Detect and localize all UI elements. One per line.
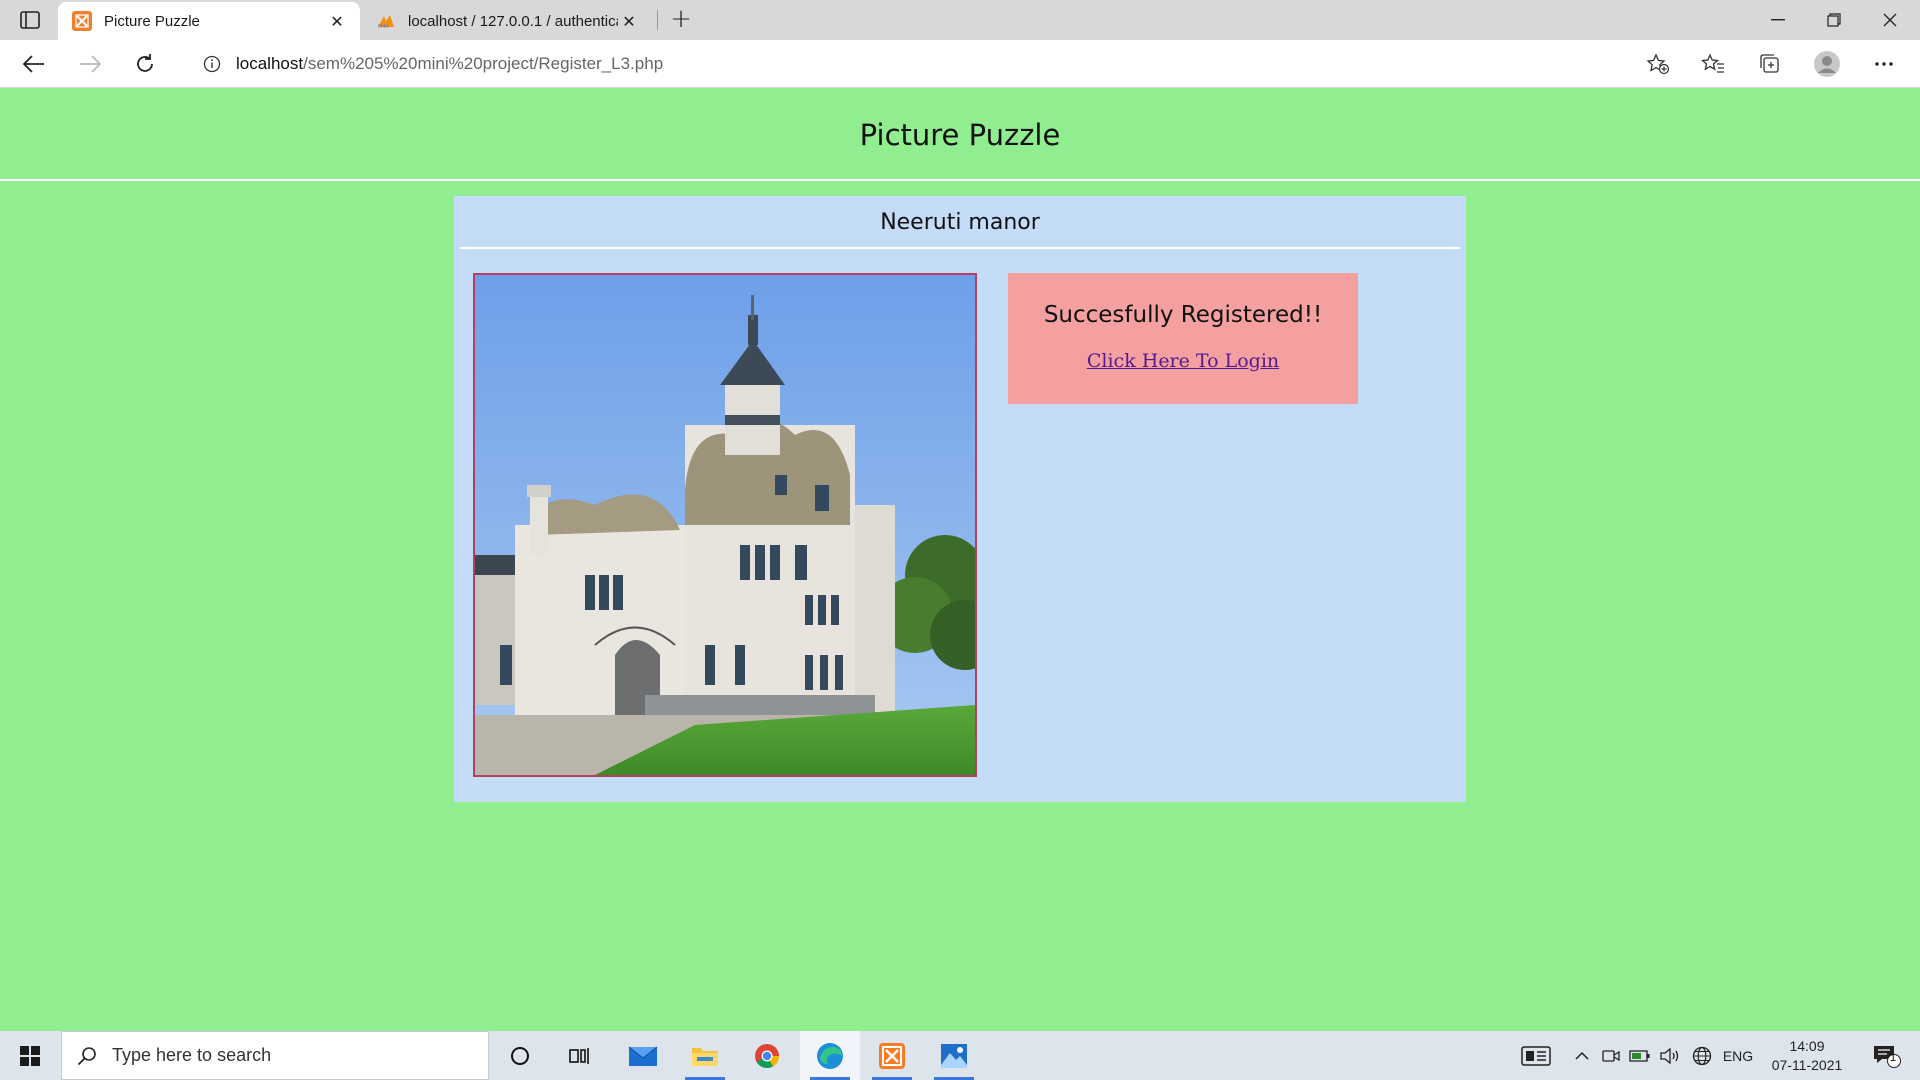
favorites-icon[interactable]: [1695, 48, 1731, 80]
system-clock[interactable]: 14:09 07-11-2021: [1762, 1037, 1852, 1075]
collections-icon[interactable]: [1752, 48, 1788, 80]
restore-icon[interactable]: [1806, 0, 1862, 40]
chevron-up-icon[interactable]: [1568, 1031, 1596, 1080]
search-icon: [62, 1046, 112, 1066]
page-header: Picture Puzzle: [0, 89, 1920, 181]
url-path: /sem%205%20mini%20project/Register_L3.ph…: [303, 54, 664, 73]
svg-text:PMA: PMA: [378, 24, 389, 29]
site-info-icon[interactable]: [192, 55, 232, 73]
clock-date: 07-11-2021: [1771, 1057, 1843, 1073]
add-favorite-icon[interactable]: [1642, 48, 1674, 80]
puzzle-card: Neeruti manor Succesfully Registered!! C…: [454, 196, 1466, 802]
tab-title: Picture Puzzle: [104, 12, 200, 30]
edge-icon[interactable]: [800, 1031, 860, 1080]
close-tab-icon[interactable]: ✕: [326, 12, 348, 31]
refresh-icon[interactable]: [127, 48, 163, 80]
file-explorer-icon[interactable]: [675, 1031, 735, 1080]
settings-more-icon[interactable]: [1866, 48, 1902, 80]
phpmyadmin-favicon-icon: PMA: [376, 11, 396, 31]
network-globe-icon[interactable]: [1688, 1031, 1716, 1080]
url-host: localhost: [236, 54, 304, 73]
cortana-icon[interactable]: [490, 1031, 550, 1080]
input-language[interactable]: ENG: [1718, 1031, 1758, 1080]
meet-now-icon[interactable]: [1598, 1031, 1624, 1080]
new-tab-icon[interactable]: +: [664, 4, 698, 36]
windows-taskbar: Type here to search ENG 14:09 07-11-2021…: [0, 1031, 1920, 1080]
address-bar[interactable]: localhost/sem%205%20mini%20project/Regis…: [180, 46, 1682, 82]
battery-icon[interactable]: [1626, 1031, 1654, 1080]
clock-time: 14:09: [1789, 1038, 1825, 1054]
card-divider: [460, 247, 1460, 249]
login-link[interactable]: Click Here To Login: [1087, 350, 1279, 372]
forward-arrow-icon[interactable]: [72, 48, 108, 80]
search-placeholder: Type here to search: [112, 1045, 272, 1065]
mail-icon[interactable]: [613, 1031, 673, 1080]
tab-divider: [657, 10, 658, 30]
minimize-icon[interactable]: [1750, 0, 1806, 40]
puzzle-title: Neeruti manor: [880, 209, 1040, 235]
browser-titlebar: Picture Puzzle ✕ PMA localhost / 127.0.0…: [0, 0, 1920, 40]
page-body: Picture Puzzle Neeruti manor Succesfully…: [0, 89, 1920, 1031]
windows-start-icon[interactable]: [0, 1031, 60, 1080]
registration-message-box: Succesfully Registered!! Click Here To L…: [1008, 273, 1358, 404]
tab-actions-icon[interactable]: [14, 6, 46, 34]
task-view-icon[interactable]: [550, 1031, 610, 1080]
notification-count-badge: 1: [1890, 1052, 1897, 1064]
browser-toolbar: localhost/sem%205%20mini%20project/Regis…: [0, 40, 1920, 88]
close-tab-icon[interactable]: ✕: [618, 12, 640, 31]
xampp-icon[interactable]: [862, 1031, 922, 1080]
url-text: localhost/sem%205%20mini%20project/Regis…: [236, 54, 663, 74]
success-message: Succesfully Registered!!: [1043, 302, 1323, 328]
notification-center-icon[interactable]: 1: [1862, 1031, 1912, 1080]
manor-photo: [473, 273, 977, 777]
tab-phpmyadmin[interactable]: PMA localhost / 127.0.0.1 / authentica ✕: [362, 2, 652, 40]
volume-icon[interactable]: [1656, 1031, 1684, 1080]
tab-picture-puzzle[interactable]: Picture Puzzle ✕: [58, 2, 360, 40]
photos-icon[interactable]: [924, 1031, 984, 1080]
page-title: Picture Puzzle: [859, 118, 1061, 152]
chrome-icon[interactable]: [737, 1031, 797, 1080]
close-window-icon[interactable]: [1862, 0, 1918, 40]
language-label: ENG: [1722, 1047, 1754, 1064]
profile-avatar-icon[interactable]: [1809, 48, 1845, 80]
back-arrow-icon[interactable]: [16, 48, 52, 80]
xampp-favicon-icon: [72, 11, 92, 31]
taskbar-search-box[interactable]: Type here to search: [61, 1031, 489, 1080]
tab-title: localhost / 127.0.0.1 / authentica: [408, 12, 618, 30]
news-widget-icon[interactable]: [1514, 1031, 1558, 1080]
